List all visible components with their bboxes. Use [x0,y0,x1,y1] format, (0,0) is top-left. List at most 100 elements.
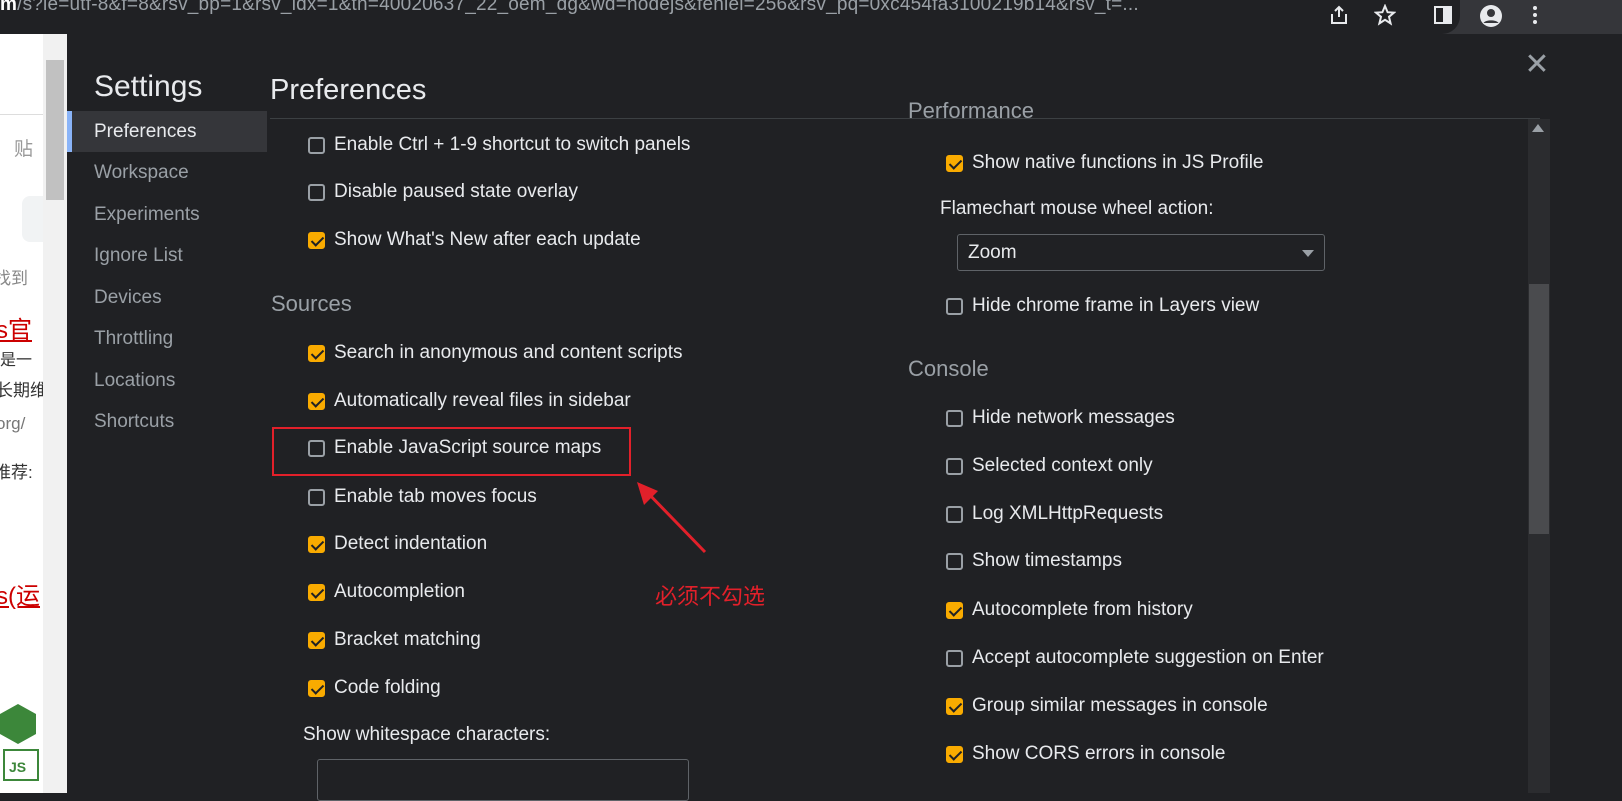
checkbox[interactable] [308,535,325,553]
url-host-fragment: m [0,0,18,15]
checkbox[interactable] [308,392,325,410]
setting-label: Code folding [334,677,441,698]
page-chip [22,196,43,242]
page-scrollbar-thumb[interactable] [46,60,64,200]
url-path: /s?ie=utf-8&f=8&rsv_bp=1&rsv_idx=1&tn=40… [17,0,1139,15]
checkbox[interactable] [946,505,963,523]
star-icon[interactable] [1372,3,1398,30]
setting-ctrl-shortcut[interactable]: Enable Ctrl + 1-9 shortcut to switch pan… [308,133,690,157]
checkbox[interactable] [308,136,325,154]
setting-label: Bracket matching [334,629,481,650]
setting-cors-errors[interactable]: Show CORS errors in console [946,742,1225,766]
nav-shortcuts[interactable]: Shortcuts [67,401,267,442]
page-snippet: 推荐: [0,463,33,482]
setting-label: Show What's New after each update [334,229,641,250]
console-section-title: Console [908,356,989,381]
page-snippet: 长期维 [0,381,43,400]
whitespace-label: Show whitespace characters: [303,724,551,745]
page-result-title[interactable]: s官 [0,310,32,345]
page-title: Preferences [270,74,427,106]
setting-native-functions[interactable]: Show native functions in JS Profile [946,151,1264,175]
checkbox[interactable] [308,231,325,249]
setting-label: Autocompletion [334,581,465,602]
setting-label: Detect indentation [334,533,488,554]
share-icon[interactable] [1326,4,1352,30]
checkbox[interactable] [946,697,963,715]
close-icon[interactable]: ✕ [1522,50,1552,80]
setting-group-similar[interactable]: Group similar messages in console [946,694,1268,718]
background-page: 贴 找到 s官 是一 长期维 org/ 推荐: s(运 JS [0,34,43,793]
setting-hide-network[interactable]: Hide network messages [946,406,1175,430]
setting-timestamps[interactable]: Show timestamps [946,549,1122,573]
svg-text:JS: JS [9,759,26,775]
setting-label: Show CORS errors in console [972,743,1226,764]
checkbox[interactable] [946,409,963,427]
nav-workspace[interactable]: Workspace [67,152,267,193]
setting-reveal-files[interactable]: Automatically reveal files in sidebar [308,389,631,413]
checkbox[interactable] [308,488,325,506]
profile-icon[interactable] [1478,4,1504,30]
setting-bracket-matching[interactable]: Bracket matching [308,628,481,652]
setting-paused-overlay[interactable]: Disable paused state overlay [308,180,578,204]
nav-experiments[interactable]: Experiments [67,194,267,235]
setting-autocomplete-history[interactable]: Autocomplete from history [946,598,1193,622]
performance-title-text: Performance [908,102,1034,119]
nav-ignore-list[interactable]: Ignore List [67,235,267,276]
setting-tab-moves-focus[interactable]: Enable tab moves focus [308,485,537,509]
checkbox[interactable] [946,154,963,172]
checkbox[interactable] [946,297,963,315]
setting-detect-indentation[interactable]: Detect indentation [308,532,487,556]
checkbox[interactable] [946,457,963,475]
page-snippet: 贴 [14,139,34,160]
setting-label: Automatically reveal files in sidebar [334,390,631,411]
setting-selected-context[interactable]: Selected context only [946,454,1153,478]
menu-icon[interactable] [1522,4,1548,30]
setting-label: Log XMLHttpRequests [972,503,1164,524]
page-snippet: org/ [0,414,26,433]
nodejs-logo-icon: JS [0,704,43,793]
checkbox[interactable] [308,583,325,601]
setting-log-xhr[interactable]: Log XMLHttpRequests [946,502,1163,526]
page-result-title[interactable]: s(运 [0,576,40,611]
checkbox[interactable] [946,601,963,619]
annotation-text: 必须不勾选 [655,585,766,610]
setting-autocompletion[interactable]: Autocompletion [308,580,465,604]
setting-search-anonymous[interactable]: Search in anonymous and content scripts [308,341,683,365]
settings-panel: Settings Preferences Workspace Experimen… [67,34,1622,801]
setting-code-folding[interactable]: Code folding [308,676,441,700]
flamechart-select[interactable]: Zoom [957,234,1325,271]
setting-accept-on-enter[interactable]: Accept autocomplete suggestion on Enter [946,646,1324,670]
setting-label: Selected context only [972,455,1153,476]
address-text[interactable]: m/s?ie=utf-8&f=8&rsv_bp=1&rsv_idx=1&tn=4… [0,0,1139,16]
header-divider [270,118,1540,119]
address-bar[interactable]: m/s?ie=utf-8&f=8&rsv_bp=1&rsv_idx=1&tn=4… [0,0,1460,34]
nav-throttling[interactable]: Throttling [67,318,267,359]
setting-label: Show timestamps [972,550,1122,571]
whitespace-select[interactable] [317,759,689,801]
nav-locations[interactable]: Locations [67,360,267,401]
nav-preferences[interactable]: Preferences [67,111,267,152]
flamechart-label: Flamechart mouse wheel action: [940,198,1214,219]
checkbox[interactable] [946,552,963,570]
checkbox[interactable] [308,183,325,201]
checkbox[interactable] [308,679,325,697]
sidepanel-icon[interactable] [1430,4,1456,30]
setting-whats-new[interactable]: Show What's New after each update [308,228,641,252]
setting-label: Accept autocomplete suggestion on Enter [972,647,1324,668]
chevron-down-icon [1302,250,1314,257]
settings-scrollbar-thumb[interactable] [1529,284,1549,534]
checkbox[interactable] [308,344,325,362]
scroll-up-icon[interactable] [1532,124,1544,132]
nav-devices[interactable]: Devices [67,277,267,318]
performance-section-title: Performance [908,102,1034,119]
setting-label: Enable Ctrl + 1-9 shortcut to switch pan… [334,134,691,155]
setting-label: Hide network messages [972,407,1175,428]
checkbox[interactable] [946,745,963,763]
flamechart-select-value: Zoom [968,242,1017,263]
setting-label: Hide chrome frame in Layers view [972,295,1260,316]
checkbox[interactable] [308,631,325,649]
setting-hide-chrome-frame[interactable]: Hide chrome frame in Layers view [946,294,1259,318]
checkbox[interactable] [946,649,963,667]
settings-title: Settings [94,70,203,103]
setting-label: Search in anonymous and content scripts [334,342,683,363]
